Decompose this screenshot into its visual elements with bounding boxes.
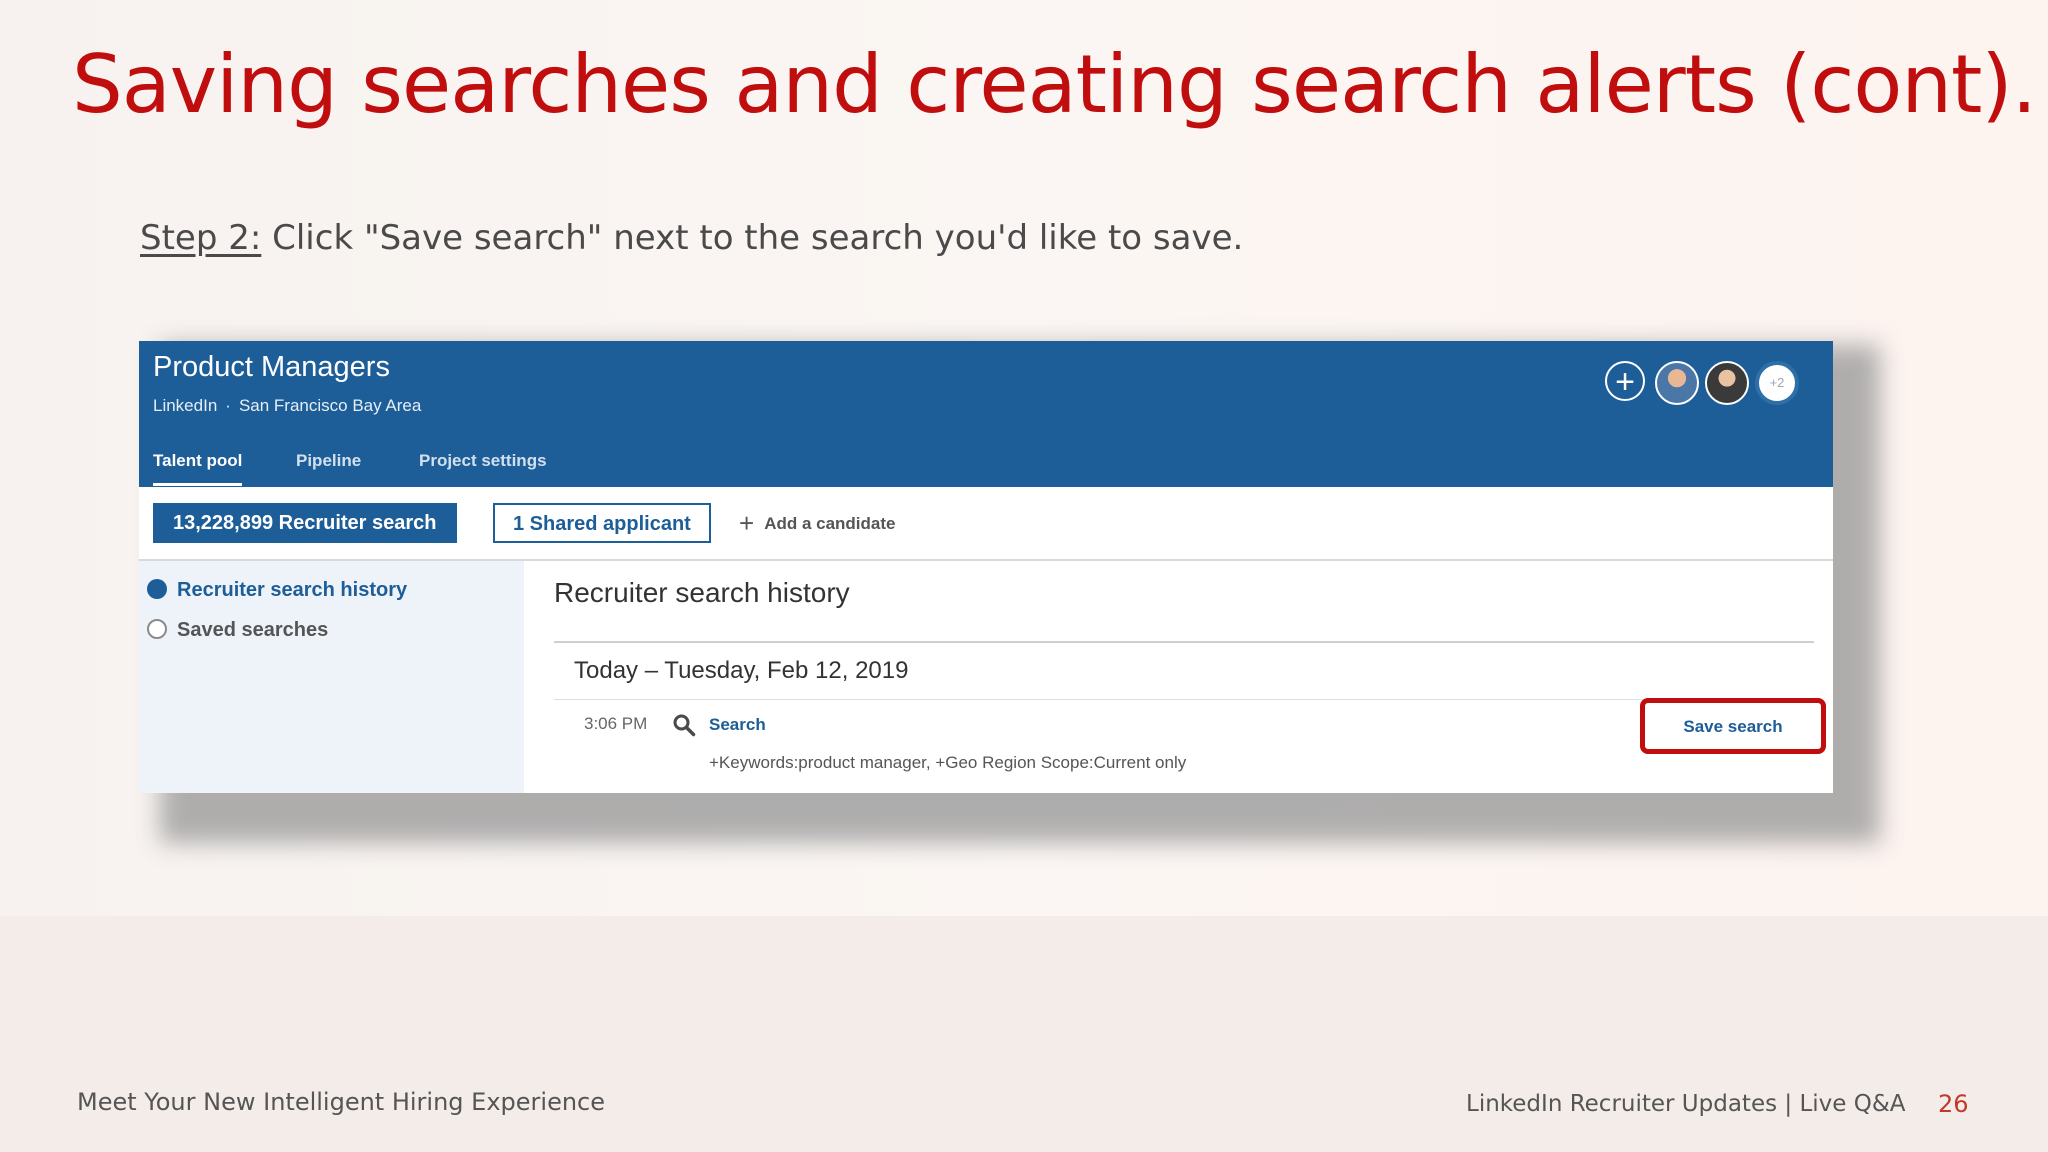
- add-member-icon[interactable]: +: [1605, 361, 1645, 401]
- search-link[interactable]: Search: [709, 715, 766, 735]
- recruiter-search-button[interactable]: 13,228,899 Recruiter search: [153, 503, 457, 543]
- step-label: Step 2:: [140, 218, 262, 258]
- shared-applicant-button[interactable]: 1 Shared applicant: [493, 503, 711, 543]
- add-candidate-button[interactable]: + Add a candidate: [739, 503, 896, 543]
- step-instruction: Step 2: Click "Save search" next to the …: [140, 218, 1243, 258]
- project-location: San Francisco Bay Area: [238, 396, 422, 415]
- footer-tagline: Meet Your New Intelligent Hiring Experie…: [77, 1088, 605, 1116]
- step-text: Click "Save search" next to the search y…: [261, 218, 1244, 258]
- search-time: 3:06 PM: [584, 714, 648, 733]
- page-number: 26: [1938, 1090, 1969, 1118]
- footer-event: LinkedIn Recruiter Updates | Live Q&A: [1466, 1091, 1906, 1117]
- radio-selected-icon[interactable]: [147, 579, 167, 599]
- save-search-button[interactable]: Save search: [1640, 698, 1826, 754]
- divider: [554, 699, 1814, 700]
- project-members: + +2: [1605, 361, 1805, 405]
- action-bar: 13,228,899 Recruiter search 1 Shared app…: [139, 487, 1833, 561]
- more-members-badge[interactable]: +2: [1755, 361, 1799, 405]
- history-panel: Recruiter search history Today – Tuesday…: [524, 561, 1833, 793]
- add-candidate-label: Add a candidate: [764, 514, 896, 533]
- avatar[interactable]: [1705, 361, 1749, 405]
- tab-talent-pool[interactable]: Talent pool: [153, 451, 243, 486]
- project-header: Product Managers LinkedIn · San Francisco …: [139, 341, 1833, 487]
- search-icon: [673, 714, 696, 737]
- sidebar-item-saved-searches[interactable]: Saved searches: [147, 619, 328, 642]
- divider: [554, 641, 1814, 643]
- avatar[interactable]: [1655, 361, 1699, 405]
- recruiter-screenshot: Product Managers LinkedIn · San Francisco …: [139, 341, 1833, 793]
- search-criteria: +Keywords:product manager, +Geo Region S…: [709, 753, 1187, 772]
- tab-project-settings[interactable]: Project settings: [419, 451, 547, 483]
- sidebar-item-label: Saved searches: [177, 619, 329, 641]
- sidebar-item-recruiter-search-history[interactable]: Recruiter search history: [147, 579, 407, 602]
- history-sidebar: Recruiter search history Saved searches: [139, 561, 524, 793]
- subtitle-separator: ·: [225, 396, 231, 415]
- company-name: LinkedIn: [153, 396, 218, 415]
- tab-pipeline[interactable]: Pipeline: [296, 451, 361, 483]
- radio-unselected-icon[interactable]: [147, 619, 167, 639]
- sidebar-item-label: Recruiter search history: [177, 579, 408, 601]
- history-title: Recruiter search history: [554, 577, 850, 608]
- history-date-header: Today – Tuesday, Feb 12, 2019: [574, 657, 909, 684]
- slide-title: Saving searches and creating search aler…: [72, 38, 2037, 131]
- project-title: Product Managers: [153, 351, 390, 383]
- project-subtitle: LinkedIn · San Francisco Bay Area: [153, 396, 421, 416]
- plus-icon: +: [739, 508, 755, 538]
